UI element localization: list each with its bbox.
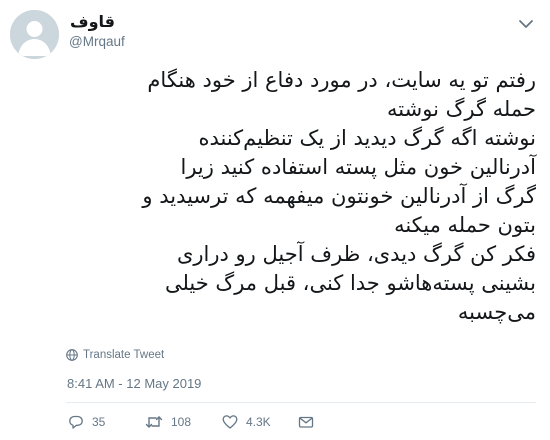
heart-icon xyxy=(222,415,238,429)
reply-count: 35 xyxy=(92,415,106,429)
tweet-line: نوشته اگه گرگ دیدید از یک تنظیم‌کننده xyxy=(198,126,536,150)
author-handle[interactable]: @Mrqauf xyxy=(69,34,125,49)
tweet-actions: 35 108 4.3K xyxy=(0,411,550,433)
avatar[interactable] xyxy=(10,10,59,59)
tweet-line: بتون حمله میکنه xyxy=(394,213,536,237)
tweet-line: بشینی پسته‌هاشو جدا کنی، قبل مرگ خیلی xyxy=(164,271,536,295)
like-button[interactable]: 4.3K xyxy=(222,411,271,433)
retweet-count: 108 xyxy=(171,415,192,429)
tweet-line: می‌چسبه xyxy=(457,300,536,324)
translate-label: Translate Tweet xyxy=(83,349,165,361)
default-avatar-icon xyxy=(10,10,59,59)
reply-button[interactable]: 35 xyxy=(68,411,105,433)
translate-tweet-link[interactable]: Translate Tweet xyxy=(66,349,164,361)
like-count: 4.3K xyxy=(246,415,271,429)
retweet-button[interactable]: 108 xyxy=(145,411,191,433)
direct-message-button[interactable] xyxy=(298,411,322,433)
tweet-text: رفتم تو یه سایت، در مورد دفاع از خود هنگ… xyxy=(58,66,536,327)
tweet-line: فکر کن گرگ دیدی، ظرف آجیل رو دراری xyxy=(176,242,536,266)
retweet-icon xyxy=(145,416,163,428)
globe-icon xyxy=(66,349,78,361)
tweet-line: حمله گرگ نوشته xyxy=(387,97,536,121)
chevron-down-icon[interactable] xyxy=(516,16,536,32)
tweet-line: گرگ از آدرنالین خونتون میفهمه که ترسیدید… xyxy=(142,184,536,208)
reply-icon xyxy=(69,415,83,429)
tweet-line: رفتم تو یه سایت، در مورد دفاع از خود هنگ… xyxy=(147,68,536,92)
divider xyxy=(66,402,536,403)
author-display-name[interactable]: قاوف xyxy=(70,12,115,31)
envelope-icon xyxy=(298,416,314,428)
tweet-timestamp[interactable]: 8:41 AM - 12 May 2019 xyxy=(67,376,201,391)
tweet-line: آدرنالین خون مثل پسته استفاده کنید زیرا xyxy=(180,155,536,179)
